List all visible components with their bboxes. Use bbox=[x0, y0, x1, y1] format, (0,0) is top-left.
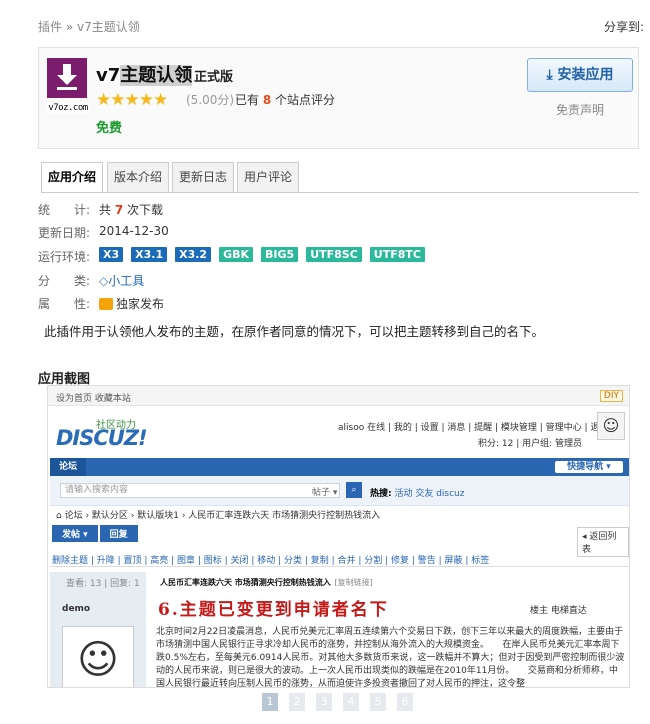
plugin-logo: v7oz.com bbox=[47, 58, 89, 113]
shot-post-title: 人民币汇率连跌六天 市场猜测央行控制热钱流入 [复制链接] bbox=[160, 576, 373, 588]
tab-intro[interactable]: 应用介绍 bbox=[41, 162, 103, 193]
env-tag: GBK bbox=[219, 247, 254, 262]
edition-label: 正式版 bbox=[194, 70, 234, 85]
stats-label: 统 计: bbox=[38, 203, 91, 217]
shot-sidebar: 查看: 13 | 回复: 1 demo ☺ bbox=[50, 572, 146, 687]
env-tag: X3.2 bbox=[175, 247, 212, 262]
attr-value: 独家发布 bbox=[99, 295, 164, 312]
breadcrumb: 插件 » v7主题认领 bbox=[38, 20, 140, 34]
screenshot-preview[interactable]: 设为首页 收藏本站 DIY 社区动力 DISCUZ! alisoo 在线 | 我… bbox=[47, 385, 630, 688]
shot-header: 社区动力 DISCUZ! alisoo 在线 | 我的 | 设置 | 消息 | … bbox=[48, 406, 629, 458]
env-tag: BIG5 bbox=[261, 247, 299, 262]
tab-divider bbox=[41, 192, 639, 193]
shot-search-icon: ⌕ bbox=[346, 482, 362, 498]
shot-post-right: 楼主 电梯直达 bbox=[530, 606, 587, 616]
shot-hot-items: 活动 交友 discuz bbox=[394, 489, 465, 499]
tab-changelog[interactable]: 更新日志 bbox=[172, 162, 234, 193]
shot-nav: 论坛 快捷导航 ▾ bbox=[50, 458, 629, 476]
tag-icon: ◇ bbox=[99, 274, 109, 288]
pager-item[interactable]: 5 bbox=[370, 693, 386, 711]
shot-user-bar: alisoo 在线 | 我的 | 设置 | 消息 | 提醒 | 模块管理 | 管… bbox=[338, 423, 609, 433]
exclusive-icon bbox=[99, 298, 113, 310]
shot-post-body: 北京时间2月22日凌晨消息，人民币兑美元汇率周五连续第六个交易日下跌，创下三年以… bbox=[156, 627, 625, 688]
env-tags: X3 X3.1 X3.2 GBK BIG5 UTF8SC UTF8TC bbox=[99, 247, 433, 262]
shot-side-stat: 查看: 13 | 回复: 1 bbox=[66, 579, 140, 589]
category-link[interactable]: 小工具 bbox=[108, 274, 144, 288]
install-button[interactable]: ⤓ 安装应用 bbox=[527, 58, 633, 92]
attr-text: 独家发布 bbox=[116, 297, 165, 311]
shot-post-title-tag: [复制链接] bbox=[334, 578, 373, 587]
shot-hot: 热搜: 活动 交友 discuz bbox=[370, 486, 465, 499]
tab-versions[interactable]: 版本介绍 bbox=[107, 162, 169, 193]
rating-count-number: 8 bbox=[262, 93, 272, 107]
stats-value: 共 7 次下载 bbox=[99, 201, 163, 218]
shot-breadcrumb: ⌂ 论坛 › 默认分区 › 默认版块1 › 人民币汇率连跌六天 市场猜测央行控制… bbox=[56, 508, 380, 521]
shot-user-bar2: 积分: 12 | 用户组: 管理员 bbox=[478, 439, 582, 449]
download-arrow-icon bbox=[57, 64, 77, 90]
shot-logo: 社区动力 DISCUZ! bbox=[56, 414, 148, 450]
shot-search-bar: 请输入搜索内容 帖子 ▾ ⌕ 热搜: 活动 交友 discuz bbox=[50, 476, 629, 506]
category-label: 分 类: bbox=[38, 274, 91, 288]
shot-username: demo bbox=[62, 604, 91, 614]
env-tag: X3.1 bbox=[131, 247, 168, 262]
shot-hot-label: 热搜: bbox=[370, 489, 392, 499]
env-tag: X3 bbox=[99, 247, 124, 262]
env-tag: UTF8SC bbox=[306, 247, 362, 262]
shot-avatar-icon: ☺ bbox=[597, 412, 625, 440]
category-value[interactable]: ◇小工具 bbox=[99, 272, 144, 289]
shot-topbar: 设为首页 收藏本站 DIY bbox=[48, 386, 629, 406]
shot-overlay-caption: 6.主题已变更到申请者名下 bbox=[158, 600, 389, 620]
updated-value: 2014-12-30 bbox=[99, 224, 169, 238]
pager-item[interactable]: 3 bbox=[316, 693, 332, 711]
shot-mod-tools: 删除主题 | 升降 | 置顶 | 高亮 | 图章 | 图标 | 关闭 | 移动 … bbox=[50, 553, 629, 567]
updated-label: 更新日期: bbox=[38, 226, 91, 240]
shot-home-icon: ⌂ bbox=[56, 511, 62, 521]
shot-quick-nav: 快捷导航 ▾ bbox=[555, 461, 623, 473]
disclaimer-link[interactable]: 免责声明 bbox=[556, 101, 604, 118]
pager-item[interactable]: 1 bbox=[262, 693, 278, 711]
attr-label: 属 性: bbox=[38, 297, 91, 311]
stats-post: 次下载 bbox=[127, 203, 164, 217]
plugin-title: v7主题认领 bbox=[96, 61, 193, 87]
shot-crumb-text: 论坛 › 默认分区 › 默认版块1 › 人民币汇率连跌六天 市场猜测央行控制热钱… bbox=[64, 511, 381, 521]
rating-count-post: 个站点评分 bbox=[275, 93, 336, 107]
stats-count: 7 bbox=[114, 203, 124, 217]
plugin-description: 此插件用于认领他人发布的主题，在原作者同意的情况下，可以把主题转移到自己的名下。 bbox=[44, 324, 545, 339]
rating-count-pre: 已有 bbox=[235, 93, 260, 107]
pager-item[interactable]: 4 bbox=[343, 693, 359, 711]
shot-logo-small: 社区动力 bbox=[96, 420, 136, 431]
env-label: 运行环境: bbox=[38, 250, 91, 264]
shot-buttons: 发帖 ▾ 回复 bbox=[52, 525, 140, 542]
env-tag: UTF8TC bbox=[369, 247, 425, 262]
shot-post-title-text: 人民币汇率连跌六天 市场猜测央行控制热钱流入 bbox=[160, 578, 331, 587]
rating-score: (5.00分) bbox=[186, 93, 235, 107]
price-label: 免费 bbox=[96, 121, 123, 136]
shot-diy-badge: DIY bbox=[599, 390, 623, 402]
shot-post-button: 发帖 ▾ bbox=[52, 525, 98, 542]
star-icons: ★★★★★ bbox=[96, 90, 168, 110]
plugin-title-highlight: 主题认领 bbox=[120, 65, 193, 86]
install-label: 安装应用 bbox=[557, 67, 614, 83]
plugin-header-card: v7oz.com v7主题认领 正式版 ★★★★★ (5.00分) 已有 8 个… bbox=[38, 47, 639, 149]
shot-search-select: 帖子 ▾ bbox=[312, 488, 338, 498]
install-icon: ⤓ bbox=[546, 67, 553, 83]
shot-search-input: 请输入搜索内容 bbox=[60, 483, 340, 498]
stats-pre: 共 bbox=[99, 203, 112, 217]
shot-topbar-links: 设为首页 收藏本站 bbox=[56, 394, 131, 404]
share-label[interactable]: 分享到: bbox=[604, 18, 644, 35]
tab-reviews[interactable]: 用户评论 bbox=[237, 162, 299, 193]
shot-nav-item: 论坛 bbox=[50, 458, 86, 476]
pager-item[interactable]: 6 bbox=[397, 693, 413, 711]
rating-stars: ★★★★★ bbox=[96, 90, 168, 110]
pager-item[interactable]: 2 bbox=[289, 693, 305, 711]
logo-caption: v7oz.com bbox=[47, 103, 89, 113]
shot-user-avatar-icon: ☺ bbox=[62, 626, 134, 687]
shot-reply-button: 回复 bbox=[99, 525, 138, 542]
rating-count: 已有 8 个站点评分 bbox=[235, 91, 335, 108]
plugin-title-prefix: v7 bbox=[96, 65, 121, 86]
